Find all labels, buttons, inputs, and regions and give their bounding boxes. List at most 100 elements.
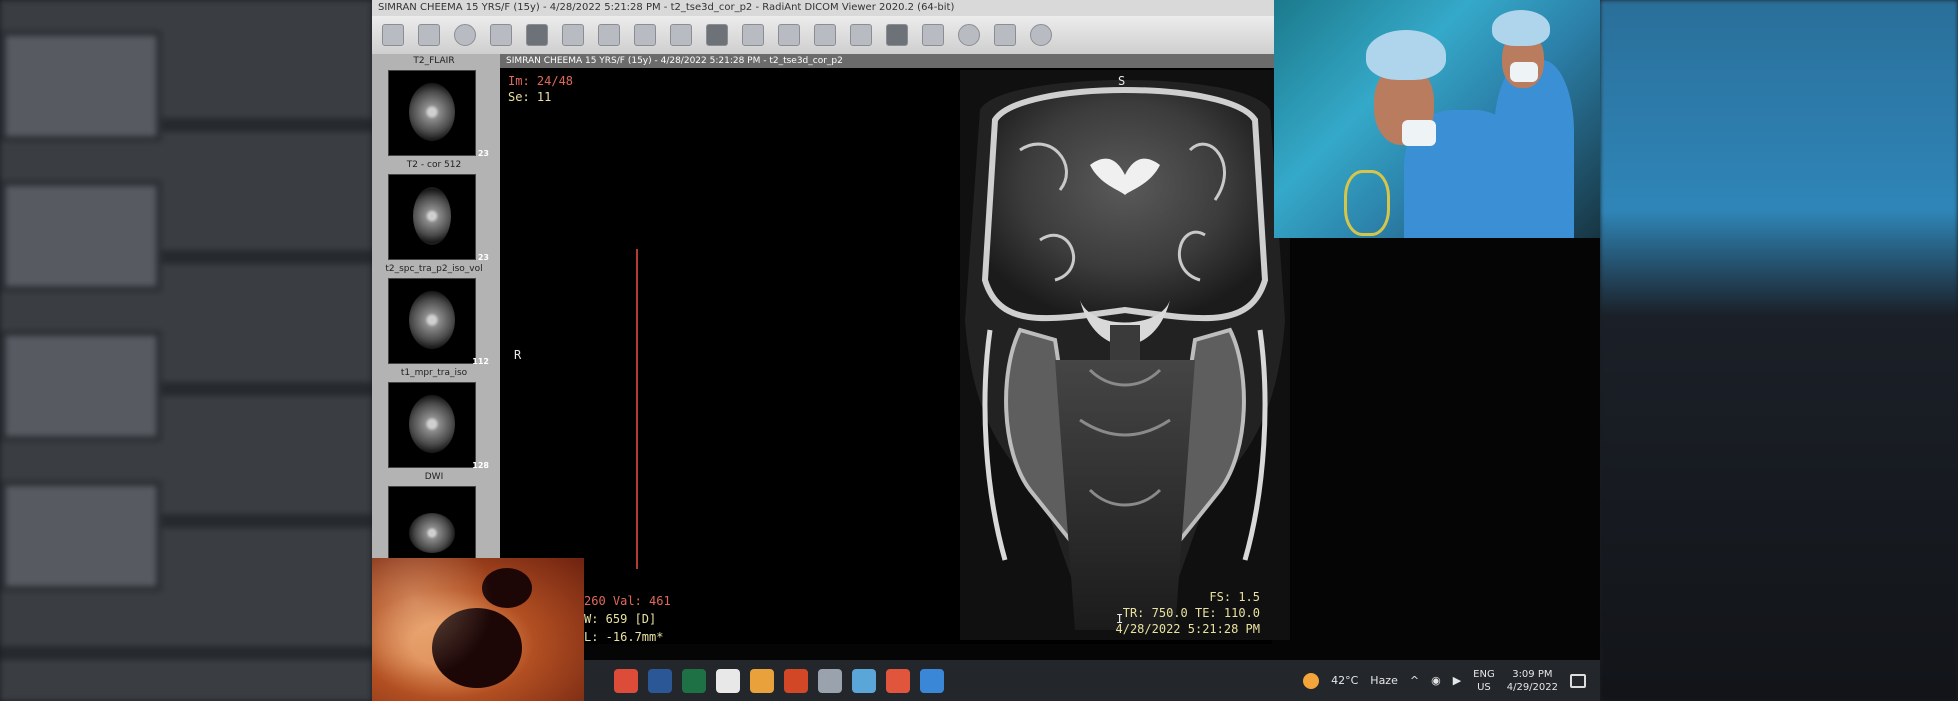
pan-icon[interactable] xyxy=(382,24,404,46)
scale-line xyxy=(636,249,638,569)
word-icon[interactable] xyxy=(648,668,672,693)
chrome-alt-icon[interactable] xyxy=(886,668,910,693)
tray-chevron-icon[interactable]: ^ xyxy=(1410,674,1419,687)
copy-icon[interactable] xyxy=(670,24,692,46)
text-icon[interactable] xyxy=(634,24,656,46)
background-frame xyxy=(0,30,162,142)
layout-icon[interactable] xyxy=(562,24,584,46)
slice-location: L: -16.7mm* xyxy=(584,630,664,644)
background-left xyxy=(0,0,372,701)
language-code: ENG xyxy=(1473,668,1495,680)
weather-icon[interactable] xyxy=(1303,672,1320,689)
language-indicator[interactable]: ENG US xyxy=(1473,668,1495,694)
series-count: 128 xyxy=(472,461,489,470)
field-strength: FS: 1.5 xyxy=(1209,590,1260,604)
surgeon-cap xyxy=(1492,10,1550,46)
surgeon-mask xyxy=(1402,120,1436,146)
series-thumbnail[interactable]: t1_mpr_tra_iso 128 xyxy=(376,368,492,472)
angle-icon[interactable] xyxy=(850,24,872,46)
window-width: W: 659 [D] xyxy=(584,612,657,626)
weather-temperature[interactable]: 42°C xyxy=(1331,674,1358,687)
background-frame xyxy=(0,330,162,442)
pixel-value: 260 Val: 461 xyxy=(584,594,671,608)
acquisition-datetime: 4/28/2022 5:21:28 PM xyxy=(1115,622,1261,636)
brain-preview xyxy=(409,291,455,349)
photos-icon[interactable] xyxy=(920,668,944,693)
system-tray: 42°C Haze ^ ◉ ▶ ENG US 3:09 PM 4/29/2022 xyxy=(1303,668,1600,694)
series-label: DWI xyxy=(424,472,444,482)
powerpoint-icon[interactable] xyxy=(784,668,808,693)
series-count: 23 xyxy=(477,149,489,158)
contrast-icon[interactable] xyxy=(706,24,728,46)
equipment-tube xyxy=(1344,170,1390,236)
folder-icon[interactable] xyxy=(750,668,774,693)
image-viewport[interactable]: SIMRAN CHEEMA 15 YRS/F (15y) - 4/28/2022… xyxy=(500,54,1290,644)
brain-preview xyxy=(409,395,455,453)
brain-preview xyxy=(409,83,455,141)
endoscopy-image xyxy=(372,558,584,701)
series-count: 112 xyxy=(472,357,489,366)
monitor-screen: SIMRAN CHEEMA 15 YRS/F (15y) - 4/28/2022… xyxy=(372,0,1600,701)
help-icon[interactable] xyxy=(1030,24,1052,46)
network-icon[interactable]: ◉ xyxy=(1431,674,1441,687)
save-icon[interactable] xyxy=(526,24,548,46)
zoom-icon[interactable] xyxy=(778,24,800,46)
series-preview xyxy=(388,278,476,364)
clock-time: 3:09 PM xyxy=(1512,668,1553,680)
viewport-header: SIMRAN CHEEMA 15 YRS/F (15y) - 4/28/2022… xyxy=(500,54,1278,68)
image-index: Im: 24/48 xyxy=(508,74,574,88)
series-thumbnail[interactable]: T2 - cor 512 23 xyxy=(376,160,492,264)
series-thumbnail-panel: T2_FLAIR 23 T2 - cor 512 23 t2_spc_tra_p… xyxy=(372,54,502,572)
taskbar-apps xyxy=(614,668,944,693)
orientation-left: R xyxy=(514,348,522,362)
series-count: 23 xyxy=(477,253,489,262)
series-preview xyxy=(388,174,476,260)
crosshair-icon[interactable] xyxy=(742,24,764,46)
link-icon[interactable] xyxy=(598,24,620,46)
cube-icon[interactable] xyxy=(922,24,944,46)
plugin-icon[interactable] xyxy=(818,668,842,693)
download-icon[interactable] xyxy=(490,24,512,46)
series-number: Se: 11 xyxy=(508,90,552,104)
orientation-top: S xyxy=(1118,74,1126,88)
film-icon[interactable] xyxy=(886,24,908,46)
measure-icon[interactable] xyxy=(814,24,836,46)
window-title: SIMRAN CHEEMA 15 YRS/F (15y) - 4/28/2022… xyxy=(372,0,1278,16)
region-code: US xyxy=(1477,681,1491,693)
surgeon-mask xyxy=(1510,62,1538,82)
surgeon-cap xyxy=(1366,30,1446,80)
surgeon-figure xyxy=(1494,60,1574,238)
series-label: t2_spc_tra_p2_iso_vol xyxy=(385,264,483,274)
surgery-video-feed xyxy=(1274,0,1600,238)
volume-icon[interactable]: ▶ xyxy=(1453,674,1461,687)
series-thumbnail[interactable]: T2_FLAIR 23 xyxy=(376,56,492,160)
series-thumbnail[interactable]: t2_spc_tra_p2_iso_vol 112 xyxy=(376,264,492,368)
clock-date: 4/29/2022 xyxy=(1506,681,1558,693)
app-icon[interactable] xyxy=(852,668,876,693)
clock[interactable]: 3:09 PM 4/29/2022 xyxy=(1507,668,1558,694)
series-label: t1_mpr_tra_iso xyxy=(400,368,468,378)
weather-description[interactable]: Haze xyxy=(1370,674,1398,687)
plus-icon[interactable] xyxy=(994,24,1016,46)
chrome-icon[interactable] xyxy=(614,668,638,693)
background-frame xyxy=(0,180,162,292)
brain-preview xyxy=(409,513,455,553)
background-frame xyxy=(0,480,162,592)
windows-taskbar: 42°C Haze ^ ◉ ▶ ENG US 3:09 PM 4/29/2022 xyxy=(584,660,1600,701)
excel-icon[interactable] xyxy=(682,668,706,693)
notification-icon[interactable] xyxy=(1570,673,1586,688)
toolbar xyxy=(372,16,1282,55)
series-label: T2 - cor 512 xyxy=(406,160,462,170)
light-reflection xyxy=(372,558,584,701)
series-label: T2_FLAIR xyxy=(413,56,455,66)
mri-coronal-image xyxy=(960,70,1290,640)
background-right xyxy=(1600,0,1958,701)
cd-icon[interactable] xyxy=(454,24,476,46)
3d-icon[interactable] xyxy=(958,24,980,46)
open-icon[interactable] xyxy=(418,24,440,46)
brain-preview xyxy=(413,187,451,245)
tr-te-values: TR: 750.0 TE: 110.0 xyxy=(1122,606,1260,620)
file-icon[interactable] xyxy=(716,668,740,693)
series-preview xyxy=(388,70,476,156)
series-preview xyxy=(388,382,476,468)
